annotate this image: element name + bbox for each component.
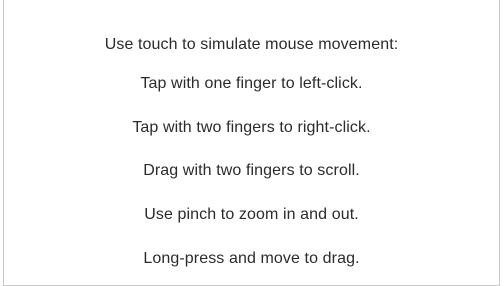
instruction-left-click: Tap with one finger to left-click. [140, 75, 363, 92]
touch-help-dialog: Use touch to simulate mouse movement: Ta… [3, 0, 500, 286]
instruction-scroll: Drag with two fingers to scroll. [143, 162, 360, 179]
instruction-drag: Long-press and move to drag. [143, 250, 360, 267]
touch-help-intro: Use touch to simulate mouse movement: [104, 36, 399, 53]
instruction-zoom: Use pinch to zoom in and out. [144, 206, 359, 223]
instruction-right-click: Tap with two fingers to right-click. [132, 119, 371, 136]
